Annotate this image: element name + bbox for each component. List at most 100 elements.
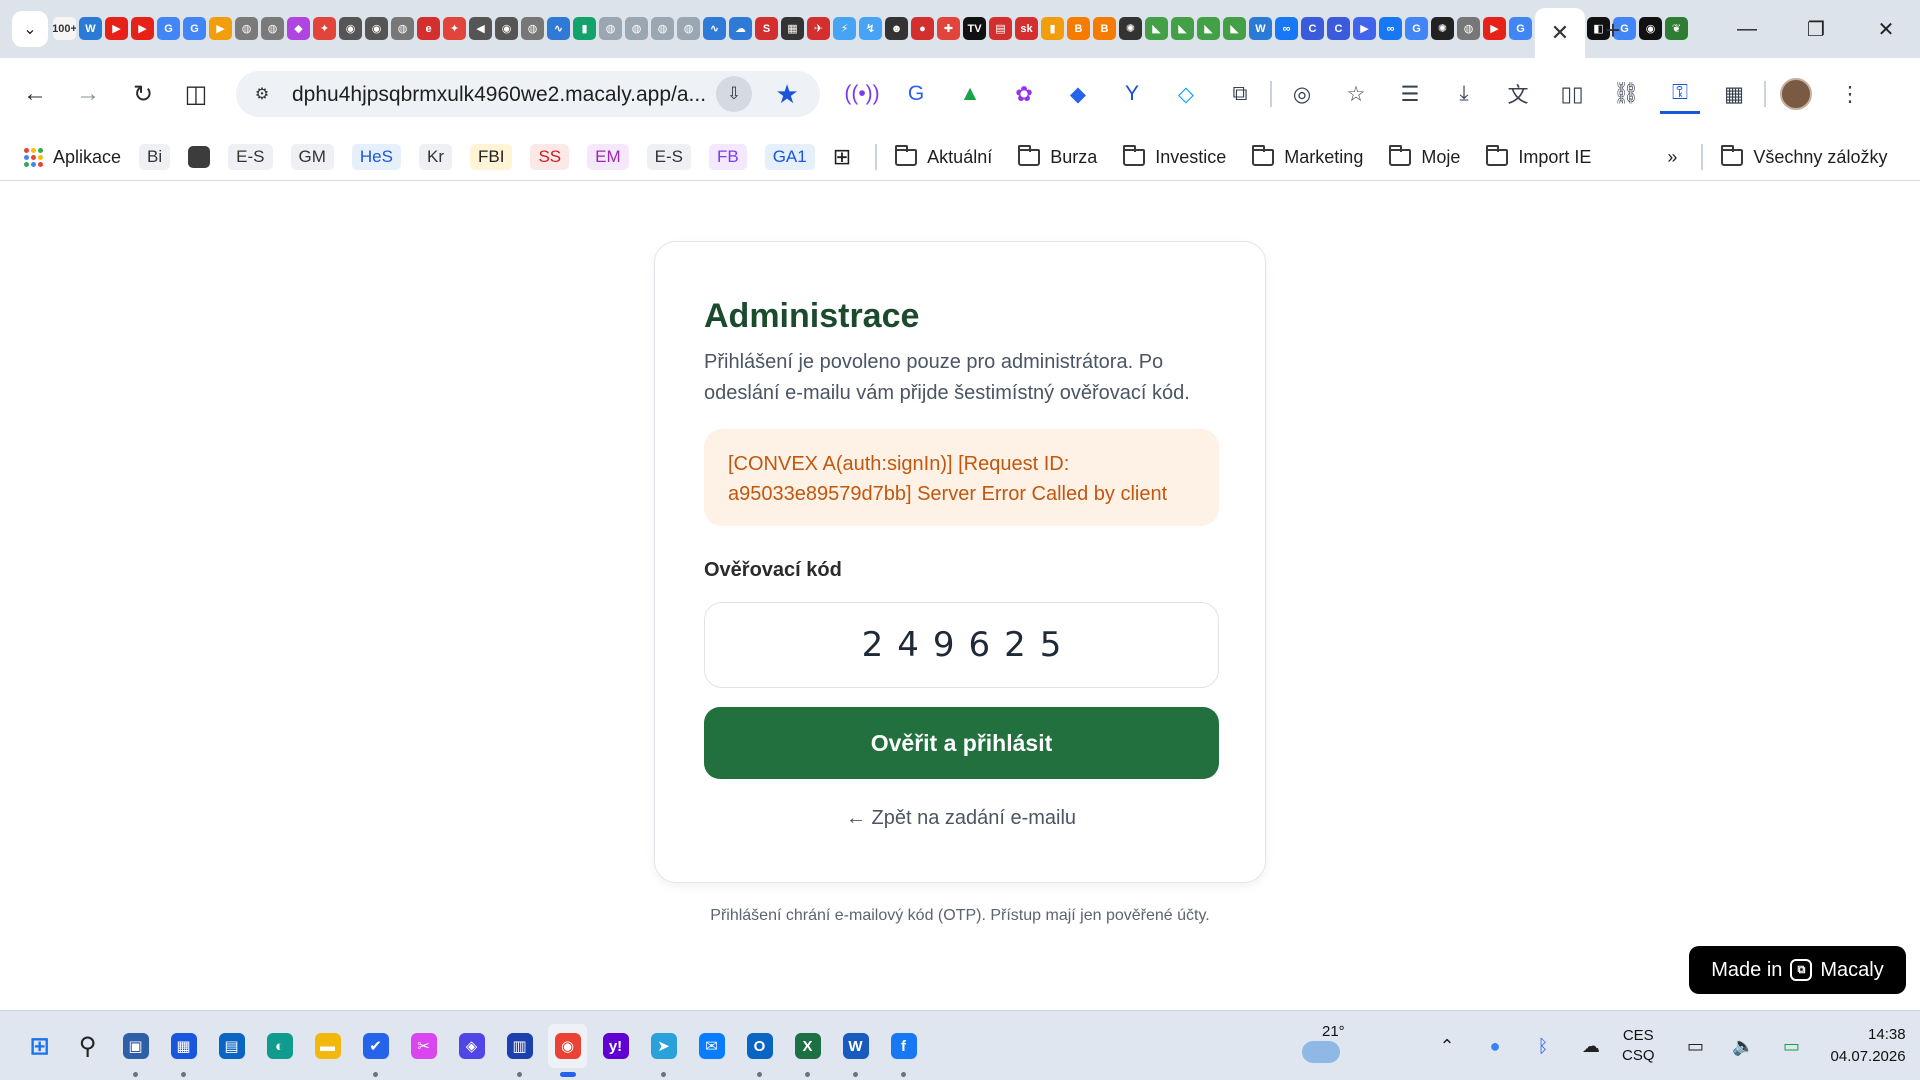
tab-search-button[interactable]: ⌄ (12, 11, 48, 47)
back-button[interactable]: ← (17, 76, 53, 112)
menu-kebab-icon[interactable]: ⋮ (1830, 74, 1870, 114)
youtube-icon[interactable]: ▶ (1483, 17, 1506, 40)
photos-icon[interactable]: ◈ (452, 1024, 491, 1068)
outlook-app-icon[interactable]: ▤ (212, 1024, 251, 1068)
store-icon[interactable]: ▥ (500, 1024, 539, 1077)
openai-icon[interactable]: ✺ (1431, 17, 1454, 40)
globe-icon[interactable]: ◍ (521, 17, 544, 40)
eye-icon[interactable]: ◉ (339, 17, 362, 40)
todo-icon[interactable]: ✔ (356, 1024, 395, 1077)
bluetooth-icon[interactable]: ᛒ (1526, 1029, 1560, 1063)
eye-icon[interactable]: ◉ (495, 17, 518, 40)
bookmark-chip[interactable] (182, 142, 216, 172)
c-icon[interactable]: C (1327, 17, 1350, 40)
vault-icon[interactable]: ▦ (781, 17, 804, 40)
qr-code-icon[interactable]: ▦ (1714, 74, 1754, 114)
favorites-icon[interactable]: ☆ (1336, 74, 1376, 114)
eye-icon[interactable]: ◉ (365, 17, 388, 40)
profile-avatar[interactable] (1776, 74, 1816, 114)
stats-icon[interactable]: ⚡ (833, 17, 856, 40)
s-icon[interactable]: S (755, 17, 778, 40)
downloads-icon[interactable]: ⤓ (1444, 74, 1484, 114)
green-icon[interactable]: ◣ (1145, 17, 1168, 40)
translate-icon[interactable]: 文 (1498, 74, 1538, 114)
play-icon[interactable]: ▶ (1353, 17, 1376, 40)
meta-icon[interactable]: ∞ (1275, 17, 1298, 40)
made-in-macaly-badge[interactable]: Made in ⧉ Macaly (1689, 946, 1906, 994)
person-icon[interactable]: ☻ (885, 17, 908, 40)
ring-icon[interactable]: ◉ (1639, 17, 1662, 40)
google-icon[interactable]: G (1405, 17, 1428, 40)
shield-app-icon[interactable]: ▣ (116, 1024, 155, 1077)
bookmark-star-icon[interactable]: ★ (770, 77, 804, 111)
file-explorer-icon[interactable]: ▬ (308, 1024, 347, 1068)
bookmark-chip[interactable]: Kr (413, 142, 458, 172)
bookmark-chip[interactable]: FBI (464, 142, 518, 172)
100plus-icon[interactable]: 100+ (53, 17, 76, 40)
globe-icon[interactable]: ◍ (625, 17, 648, 40)
active-tab[interactable]: ✕ (1535, 8, 1585, 58)
google-icon[interactable]: G (157, 17, 180, 40)
bars-icon[interactable]: ▮ (1041, 17, 1064, 40)
back-to-email-link[interactable]: ← Zpět na zadání e-mailu (655, 807, 1267, 830)
broadcast-extension-icon[interactable]: ((•)) (842, 74, 882, 114)
chart-icon[interactable]: ∿ (703, 17, 726, 40)
red-dot-icon[interactable]: ● (911, 17, 934, 40)
google-icon[interactable]: G (183, 17, 206, 40)
meta-icon[interactable]: ∞ (1379, 17, 1402, 40)
b-icon[interactable]: B (1067, 17, 1090, 40)
green-icon[interactable]: ◣ (1171, 17, 1194, 40)
globe-icon[interactable]: ◍ (599, 17, 622, 40)
app-icon[interactable]: ◆ (287, 17, 310, 40)
sk-icon[interactable]: sk (1015, 17, 1038, 40)
google-icon[interactable]: G (1509, 17, 1532, 40)
clock[interactable]: 14:38 04.07.2026 (1831, 1024, 1906, 1068)
openai-icon[interactable]: ✺ (1119, 17, 1142, 40)
word-icon[interactable]: W (836, 1024, 875, 1077)
bookmark-chip[interactable]: EM (581, 142, 635, 172)
yahoo-icon[interactable]: y! (596, 1024, 635, 1068)
snipping-tool-icon[interactable]: ✂ (404, 1024, 443, 1068)
globe-icon[interactable]: ◍ (677, 17, 700, 40)
weather-widget[interactable]: 21° (1300, 1021, 1348, 1071)
excel-icon[interactable]: X (788, 1024, 827, 1077)
speaker-icon[interactable]: ◀ (469, 17, 492, 40)
verification-code-input[interactable] (704, 602, 1219, 688)
close-tab-icon[interactable]: ✕ (1551, 20, 1569, 46)
verify-login-button[interactable]: Ověřit a přihlásit (704, 707, 1219, 779)
reading-list-icon[interactable]: ☰ (1390, 74, 1430, 114)
y-extension-icon[interactable]: Y (1112, 74, 1152, 114)
bookmark-chip[interactable]: SS (524, 142, 575, 172)
volume-icon[interactable]: 🔈 (1727, 1029, 1761, 1063)
language-indicator[interactable]: CES CSQ (1622, 1026, 1655, 1066)
extensions-puzzle-icon[interactable]: ⧉ (1220, 74, 1260, 114)
bird-icon[interactable]: ✦ (313, 17, 336, 40)
search-icon[interactable]: ⚲ (68, 1024, 107, 1068)
bookmark-chip[interactable]: GM (285, 142, 340, 172)
bookmark-folder[interactable]: Investice (1117, 142, 1232, 172)
reader-mode-icon[interactable]: ▯▯ (1552, 74, 1592, 114)
w-icon[interactable]: W (79, 17, 102, 40)
bookmark-chip[interactable]: FB (703, 142, 753, 172)
bookmark-folder[interactable]: Burza (1012, 142, 1103, 172)
leaf-icon[interactable]: ❦ (1665, 17, 1688, 40)
play-icon[interactable]: ▶ (209, 17, 232, 40)
calendar-app-icon[interactable]: ▦ (164, 1024, 203, 1077)
split-view-button[interactable]: ◫ (178, 76, 214, 112)
red-app-icon[interactable]: e (417, 17, 440, 40)
bookmark-folder[interactable]: Aktuální (889, 142, 998, 172)
minimize-button[interactable]: — (1727, 12, 1767, 46)
brain-extension-icon[interactable]: ✿ (1004, 74, 1044, 114)
news-icon[interactable]: ▤ (989, 17, 1012, 40)
install-app-icon[interactable]: ⇩ (716, 76, 752, 112)
site-settings-icon[interactable]: ⚙ (250, 82, 274, 106)
start-icon[interactable]: ⊞ (20, 1024, 59, 1068)
telegram-icon[interactable]: ➤ (644, 1024, 683, 1077)
chrome-icon[interactable]: ◉ (548, 1024, 587, 1077)
restore-button[interactable]: ❐ (1796, 12, 1836, 46)
zig-icon[interactable]: ↯ (859, 17, 882, 40)
outlook-icon[interactable]: O (740, 1024, 779, 1077)
w-icon[interactable]: W (1249, 17, 1272, 40)
link-icon[interactable]: ⛓ (1606, 74, 1646, 114)
cloud-icon[interactable]: ☁ (729, 17, 752, 40)
